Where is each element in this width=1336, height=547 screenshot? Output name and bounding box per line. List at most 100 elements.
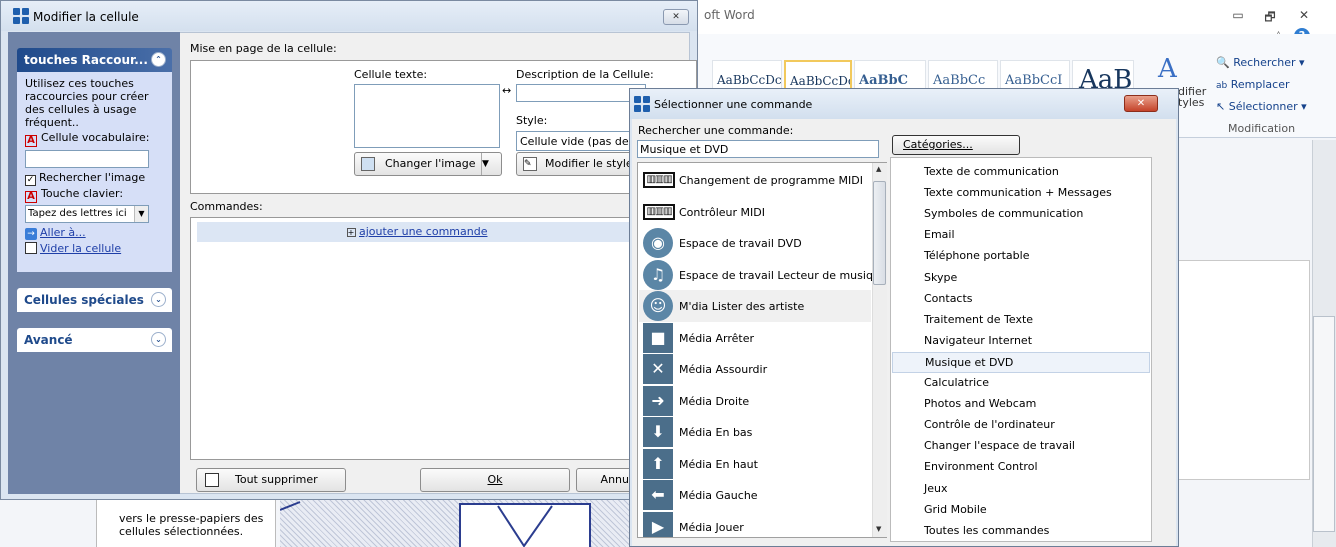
command-list-item[interactable]: ♫ Espace de travail Lecteur de musique xyxy=(639,259,886,291)
modify-style-button[interactable]: ✎ Modifier le style xyxy=(516,152,646,176)
category-item[interactable]: Jeux xyxy=(892,479,1150,500)
special-cells-group-header[interactable]: Cellules spéciales ⌄ xyxy=(17,288,172,312)
select-command-close-button[interactable]: ✕ xyxy=(1124,95,1158,112)
category-item[interactable]: Navigateur Internet xyxy=(892,331,1150,352)
chevron-down-icon[interactable]: ▼ xyxy=(134,206,148,222)
select-button[interactable]: ↖ Sélectionner ▾ xyxy=(1216,100,1307,113)
document-area xyxy=(1160,260,1310,480)
keyboard-key-combo[interactable]: Tapez des lettres ici ▼ xyxy=(25,205,149,223)
shortcuts-group-title: touches Raccour... xyxy=(24,53,148,67)
chevron-down-icon[interactable]: ▼ xyxy=(481,153,501,175)
vocab-cell-link[interactable]: A Cellule vocabulaire: xyxy=(25,131,172,147)
cursor-icon: ↖ xyxy=(1216,100,1226,113)
doc-line: vers le presse-papiers des xyxy=(119,512,264,525)
chevron-down-icon[interactable]: ⌄ xyxy=(151,292,166,307)
dvd-disc-icon: ◉ xyxy=(643,228,673,258)
restore-icon[interactable]: 🗗 xyxy=(1258,8,1282,26)
modify-cell-close-button[interactable]: ✕ xyxy=(663,9,689,25)
category-item[interactable]: Symboles de communication xyxy=(892,204,1150,225)
arrow-right-icon: ➜ xyxy=(643,385,673,416)
command-list-item[interactable]: ⬇ Média En bas xyxy=(639,416,871,448)
checkbox-checked-icon[interactable]: ✓ xyxy=(25,175,36,186)
replace-button[interactable]: ab Remplacer xyxy=(1216,78,1289,91)
add-command-link[interactable]: ajouter une commande xyxy=(359,225,487,238)
letter-a-icon: A xyxy=(25,191,37,203)
category-item[interactable]: Traitement de Texte xyxy=(892,310,1150,331)
modify-cell-title: Modifier la cellule xyxy=(33,10,139,24)
shortcuts-desc-line: raccourcies pour créer xyxy=(25,90,149,103)
document-page-pattern xyxy=(280,500,630,547)
category-item[interactable]: Photos and Webcam xyxy=(892,394,1150,415)
category-item[interactable]: Contacts xyxy=(892,289,1150,310)
keyboard-key-label: A Touche clavier: xyxy=(25,187,172,203)
category-item[interactable]: Musique et DVD xyxy=(892,351,1150,373)
category-item[interactable]: Texte communication + Messages xyxy=(892,183,1150,204)
command-list-item[interactable]: ☺ M'dia Lister des artiste xyxy=(639,290,871,322)
modify-cell-title-bar[interactable]: Modifier la cellule ✕ xyxy=(1,1,697,31)
commands-label: Commandes: xyxy=(190,200,263,213)
scroll-down-icon[interactable]: ▼ xyxy=(876,525,881,533)
find-button[interactable]: 🔍 Rechercher ▾ xyxy=(1216,56,1305,69)
close-icon[interactable]: ✕ xyxy=(1292,8,1316,26)
ok-button[interactable]: Ok xyxy=(420,468,570,492)
clear-cell-link[interactable]: Vider la cellule xyxy=(25,242,172,255)
scroll-up-icon[interactable]: ▲ xyxy=(876,165,881,173)
search-command-input[interactable]: Musique et DVD xyxy=(637,140,879,158)
category-item[interactable]: Skype xyxy=(892,268,1150,289)
search-image-option[interactable]: ✓ Rechercher l'image xyxy=(25,171,172,186)
minimize-icon[interactable]: ▭ xyxy=(1226,8,1250,26)
select-command-title-bar[interactable]: Sélectionner une commande ✕ xyxy=(630,89,1178,119)
chevron-up-icon[interactable]: ⌃ xyxy=(151,52,166,67)
category-item[interactable]: Grid Mobile xyxy=(892,500,1150,521)
command-list-item[interactable]: ▶ Média Jouer xyxy=(639,511,871,537)
change-image-button[interactable]: Changer l'image ▼ xyxy=(354,152,502,176)
category-item[interactable]: Environment Control xyxy=(892,457,1150,478)
style-label: Style: xyxy=(516,114,548,127)
category-item[interactable]: Email xyxy=(892,225,1150,246)
category-item[interactable]: Toutes les commandes xyxy=(892,521,1150,542)
command-list-item[interactable]: ⬅ Média Gauche xyxy=(639,479,871,511)
command-label: Espace de travail DVD xyxy=(679,237,802,250)
cancel-button[interactable]: Annu xyxy=(576,468,636,492)
shortcuts-desc-line: Utilisez ces touches xyxy=(25,77,134,90)
document-scroll-thumb[interactable] xyxy=(1313,316,1335,532)
command-list-scroll-thumb[interactable] xyxy=(873,181,886,285)
style-combo[interactable]: Cellule vide (pas de style) xyxy=(516,131,646,151)
command-label: M'dia Lister des artiste xyxy=(679,300,805,313)
category-item[interactable]: Téléphone portable xyxy=(892,246,1150,267)
command-list-item[interactable]: ⬆ Média En haut xyxy=(639,448,871,480)
category-item[interactable]: Calculatrice xyxy=(892,373,1150,394)
shortcuts-desc-line: des cellules à usage xyxy=(25,103,137,116)
command-list-item[interactable]: ◉ Espace de travail DVD xyxy=(639,227,871,259)
advanced-group-header[interactable]: Avancé ⌄ xyxy=(17,328,172,352)
command-list-item[interactable]: ✕ Média Assourdir xyxy=(639,353,871,385)
command-list-item[interactable]: ➜ Média Droite xyxy=(639,385,871,417)
chevron-down-icon[interactable]: ⌄ xyxy=(151,332,166,347)
add-command-row[interactable]: + ajouter une commande xyxy=(197,222,637,242)
cell-text-input[interactable] xyxy=(354,84,500,148)
change-styles-icon[interactable]: A xyxy=(1158,54,1177,84)
binoculars-icon: 🔍 xyxy=(1216,56,1230,69)
command-label: Média En haut xyxy=(679,457,758,471)
vocab-cell-input[interactable] xyxy=(25,150,149,168)
category-item[interactable]: Texte de communication xyxy=(892,162,1150,183)
categories-button[interactable]: Catégories... xyxy=(892,135,1020,155)
shortcuts-group-header[interactable]: touches Raccour... ⌃ xyxy=(17,48,172,72)
command-list-item[interactable]: ■ Média Arrêter xyxy=(639,322,871,354)
resize-arrows-icon[interactable]: ↔ xyxy=(502,84,511,97)
command-label: Média Droite xyxy=(679,394,750,408)
goto-link[interactable]: → Aller à... xyxy=(25,226,172,240)
midi-keyboard-icon: ▥▥▥ xyxy=(643,203,675,220)
delete-all-button[interactable]: Tout supprimer xyxy=(196,468,346,492)
category-item[interactable]: Changer l'espace de travail xyxy=(892,436,1150,457)
mute-icon: ✕ xyxy=(643,354,673,384)
change-styles-label[interactable]: difier tyles xyxy=(1178,86,1206,108)
category-item[interactable]: Contrôle de l'ordinateur xyxy=(892,415,1150,436)
command-list-item[interactable]: ▥▥▥ Changement de programme MIDI xyxy=(639,164,871,196)
command-label: Média Arrêter xyxy=(679,331,755,345)
image-icon xyxy=(361,157,375,171)
cell-description-label: Description de la Cellule: xyxy=(516,68,654,81)
command-list-item[interactable]: ▥▥▥ Contrôleur MIDI xyxy=(639,196,871,228)
word-title-bar: oft Word ▭ 🗗 ✕ ? ▵ xyxy=(698,0,1336,44)
cell-description-input[interactable] xyxy=(516,84,646,102)
